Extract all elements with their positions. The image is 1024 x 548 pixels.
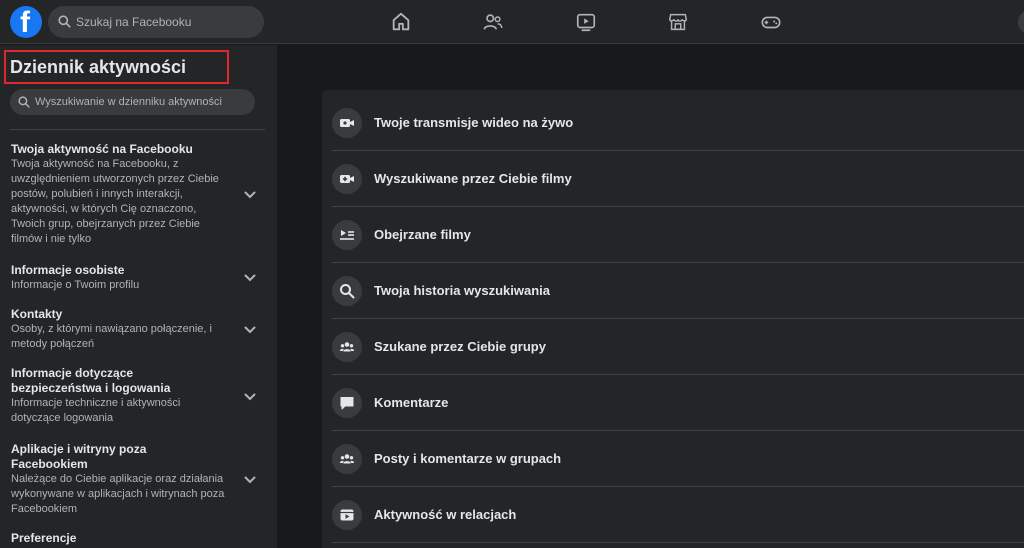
comment-icon [332,388,362,418]
sidebar-item-heading: Aplikacje i witryny poza [11,442,147,456]
activity-row-label: Twoja historia wyszukiwania [374,283,551,298]
sidebar-item-heading: bezpieczeństwa i logowania [11,381,171,395]
sidebar-item-off-facebook-apps[interactable]: Aplikacje i witryny poza Facebookiem Nal… [11,442,236,517]
activity-row-label: Aktywność w relacjach [374,507,517,522]
sidebar-item-desc-line: Facebookiem [11,503,78,515]
groups-icon [332,444,362,474]
sidebar-item-heading: Twoja aktywność na Facebooku [11,142,193,156]
sidebar-item-desc-line: wykonywane w aplikacjach i witrynach poz… [11,488,225,500]
watch-icon[interactable] [575,11,597,33]
activity-row-stories-activity[interactable]: Aktywność w relacjach [332,487,1024,543]
activity-log-search-placeholder: Wyszukiwanie w dzienniku aktywności [35,96,222,108]
sidebar-item-heading: Informacje dotyczące [11,366,134,380]
activity-row-label: Twoje transmisje wideo na żywo [374,115,574,130]
facebook-logo[interactable]: f [10,6,42,39]
sidebar-item-desc-line: Osoby, z którymi nawiązano połączenie, i [11,323,212,335]
sidebar-item-desc-line: Twoich grup, obejrzanych przez Ciebie [11,218,200,230]
row-divider [332,542,1024,543]
activity-row-label: Komentarze [374,395,449,410]
sidebar-item-desc-line: postów, polubień i innych interakcji, [11,188,183,200]
sidebar-item-desc-line: Należące do Ciebie aplikacje oraz działa… [11,473,224,485]
sidebar-item-heading: Preferencje [11,531,77,545]
sidebar-item-desc-line: filmów i nie tylko [11,233,92,245]
chevron-down-icon[interactable] [244,326,256,334]
watched-videos-icon [332,220,362,250]
activity-row-video-searches[interactable]: Wyszukiwane przez Ciebie filmy [332,151,1024,207]
home-icon[interactable] [390,11,412,33]
sidebar-item-connections[interactable]: Kontakty Osoby, z którymi nawiązano połą… [11,307,236,352]
sidebar-item-heading: Informacje osobiste [11,263,125,277]
video-search-icon [332,164,362,194]
activity-row-label: Posty i komentarze w grupach [374,451,562,466]
friends-icon[interactable] [482,11,504,33]
activity-row-search-history[interactable]: Twoja historia wyszukiwania [332,263,1024,319]
sidebar-item-personal-info[interactable]: Informacje osobiste Informacje o Twoim p… [11,263,236,293]
facebook-search-input[interactable]: Szukaj na Facebooku [48,6,264,38]
search-icon [332,276,362,306]
groups-icon [332,332,362,362]
activity-row-group-searches[interactable]: Szukane przez Ciebie grupy [332,319,1024,375]
sidebar-item-heading: Kontakty [11,307,63,321]
account-avatar[interactable] [1018,10,1024,34]
search-icon [18,96,30,108]
chevron-down-icon[interactable] [244,191,256,199]
activity-row-group-posts-comments[interactable]: Posty i komentarze w grupach [332,431,1024,487]
chevron-down-icon[interactable] [244,393,256,401]
search-icon [58,15,71,28]
activity-row-comments[interactable]: Komentarze [332,375,1024,431]
page-title: Dziennik aktywności [10,57,187,77]
sidebar-item-facebook-activity[interactable]: Twoja aktywność na Facebooku Twoja aktyw… [11,142,236,247]
marketplace-icon[interactable] [667,11,689,33]
sidebar-item-preferences[interactable]: Preferencje [11,531,236,546]
activity-log-sidebar: Dziennik aktywności Wyszukiwanie w dzien… [0,45,277,548]
activity-row-label: Szukane przez Ciebie grupy [374,339,546,354]
sidebar-item-desc-line: Informacje techniczne i aktywności [11,397,181,409]
gaming-icon[interactable] [760,11,782,33]
sidebar-item-desc-line: uwzględnieniem utworzonych przez Ciebie [11,173,219,185]
search-placeholder: Szukaj na Facebooku [76,15,192,29]
sidebar-item-desc-line: aktywności, w których Cię oznaczono, [11,203,197,215]
stories-icon [332,500,362,530]
sidebar-item-security-login[interactable]: Informacje dotyczące bezpieczeństwa i lo… [11,366,236,426]
top-navigation-bar: f Szukaj na Facebooku [0,0,1024,44]
activity-row-label: Wyszukiwane przez Ciebie filmy [374,171,572,186]
sidebar-item-desc-line: Informacje o Twoim profilu [11,279,140,291]
sidebar-divider [10,129,265,130]
sidebar-item-heading: Facebookiem [11,457,88,471]
sidebar-item-desc-line: Twoja aktywność na Facebooku, z [11,158,179,170]
chevron-down-icon[interactable] [244,476,256,484]
activity-row-watched-videos[interactable]: Obejrzane filmy [332,207,1024,263]
activity-categories-card: Twoje transmisje wideo na żywo Wyszukiwa… [322,90,1024,548]
activity-log-search-input[interactable]: Wyszukiwanie w dzienniku aktywności [10,89,255,115]
live-video-icon [332,108,362,138]
chevron-down-icon[interactable] [244,274,256,282]
activity-row-live-videos[interactable]: Twoje transmisje wideo na żywo [332,95,1024,151]
activity-row-label: Obejrzane filmy [374,227,471,242]
sidebar-item-desc-line: metody połączeń [11,338,95,350]
sidebar-item-desc-line: dotyczące logowania [11,412,114,424]
